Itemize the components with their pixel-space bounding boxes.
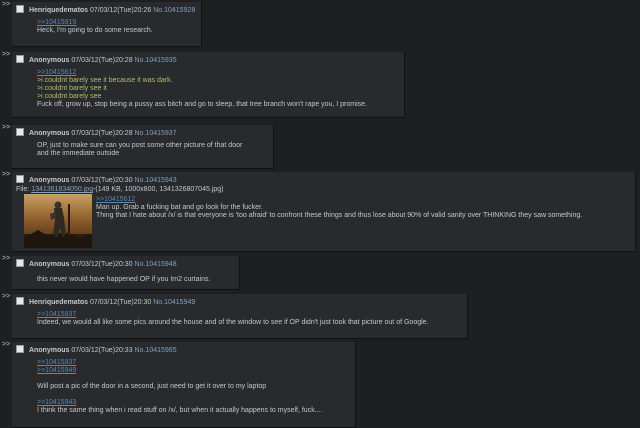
line-break: [37, 375, 347, 383]
poster-name: Henriquedematos: [28, 299, 89, 306]
message-text: I think the same thing when i read stuff…: [37, 407, 323, 414]
delete-checkbox[interactable]: [16, 297, 24, 305]
post-date: 07/03/12(Tue)20:26: [90, 7, 152, 14]
message-text: Indeed, we would all like some pics arou…: [37, 319, 429, 326]
quote-link[interactable]: >>10415612: [96, 196, 627, 204]
sidelink-arrows: >>: [2, 1, 11, 8]
post-number-link[interactable]: No.10415928: [153, 7, 195, 14]
post-thumbnail[interactable]: [24, 194, 92, 248]
post-info: Anonymous 07/03/12(Tue)20:28 No.10415937: [16, 128, 265, 138]
post-date: 07/03/12(Tue)20:28: [71, 130, 133, 137]
message-text: Fuck off, grow up, stop being a pussy as…: [37, 101, 368, 108]
post-message: >>10415937 Indeed, we would all like som…: [37, 311, 459, 327]
quote-link[interactable]: >>10415919: [37, 19, 193, 27]
quote-link[interactable]: >>10415943: [37, 399, 347, 407]
message-text: Will post a pic of the door in a second,…: [37, 383, 267, 390]
reply-container: Henriquedematos 07/03/12(Tue)20:30 No.10…: [12, 294, 468, 339]
delete-checkbox[interactable]: [16, 345, 24, 353]
post-date: 07/03/12(Tue)20:28: [71, 57, 133, 64]
post-message: this never would have happened OP if you…: [37, 276, 231, 284]
reply-container: Anonymous 07/03/12(Tue)20:30 No.10415948…: [12, 256, 240, 290]
poster-name: Anonymous: [28, 261, 70, 268]
post-info: Henriquedematos 07/03/12(Tue)20:30 No.10…: [16, 297, 459, 307]
sidelink-arrows: >>: [2, 293, 11, 300]
post-message: OP, just to make sure can you post some …: [37, 142, 265, 158]
sidelink-arrows: >>: [2, 124, 11, 131]
quote-link[interactable]: >>10415612: [37, 69, 396, 77]
delete-checkbox[interactable]: [16, 128, 24, 136]
post-date: 07/03/12(Tue)20:30: [71, 177, 133, 184]
message-text: Man up. Grab a fucking bat and go look f…: [96, 204, 263, 211]
post-message: >>10415612 >i couldnt barely see it beca…: [37, 69, 396, 109]
post-message: >>10415612 Man up. Grab a fucking bat an…: [96, 196, 627, 220]
poster-name: Henriquedematos: [28, 7, 89, 14]
post-date: 07/03/12(Tue)20:33: [71, 347, 133, 354]
post-info: Henriquedematos 07/03/12(Tue)20:26 No.10…: [16, 5, 195, 15]
file-info: File: 1341361834050.jpg-(149 KB, 1000x80…: [16, 185, 627, 194]
greentext-line: >i couldnt barely see it because it was …: [37, 77, 173, 84]
quote-link[interactable]: >>10415937: [37, 311, 459, 319]
post-number-link[interactable]: No.10415935: [135, 57, 177, 64]
reply-container: Anonymous 07/03/12(Tue)20:30 No.10415943…: [12, 172, 636, 252]
delete-checkbox[interactable]: [16, 259, 24, 267]
file-meta: -(149 KB, 1000x800, 1341326807045.jpg): [93, 186, 224, 193]
reply-container: Anonymous 07/03/12(Tue)20:33 No.10415965…: [12, 342, 356, 428]
delete-checkbox[interactable]: [16, 5, 24, 13]
post-message: >>10415937 >>10415949 Will post a pic of…: [37, 359, 347, 415]
poster-name: Anonymous: [28, 57, 70, 64]
post-number-link[interactable]: No.10415965: [135, 347, 177, 354]
greentext-line: >i couldnt barely see it: [37, 85, 107, 92]
post-info: Anonymous 07/03/12(Tue)20:30 No.10415948: [16, 259, 231, 269]
poster-name: Anonymous: [28, 177, 70, 184]
poster-name: Anonymous: [28, 130, 70, 137]
post-info: Anonymous 07/03/12(Tue)20:28 No.10415935: [16, 55, 396, 65]
reply-container: Anonymous 07/03/12(Tue)20:28 No.10415935…: [12, 52, 405, 118]
delete-checkbox[interactable]: [16, 175, 24, 183]
message-text: Heck, I'm going to do some research.: [37, 27, 153, 34]
sidelink-arrows: >>: [2, 51, 11, 58]
reply-container: Henriquedematos 07/03/12(Tue)20:26 No.10…: [12, 2, 202, 47]
post-number-link[interactable]: No.10415949: [153, 299, 195, 306]
post-number-link[interactable]: No.10415943: [135, 177, 177, 184]
file-link[interactable]: 1341361834050.jpg: [31, 186, 93, 193]
post-date: 07/03/12(Tue)20:30: [90, 299, 152, 306]
message-text: and the immediate outside: [37, 150, 120, 157]
delete-checkbox[interactable]: [16, 55, 24, 63]
line-break: [37, 391, 347, 399]
post-number-link[interactable]: No.10415937: [135, 130, 177, 137]
post-info: Anonymous 07/03/12(Tue)20:33 No.10415965: [16, 345, 347, 355]
message-text: this never would have happened OP if you…: [37, 276, 211, 283]
quote-link[interactable]: >>10415937: [37, 359, 347, 367]
file-label: File:: [16, 186, 30, 193]
post-date: 07/03/12(Tue)20:30: [71, 261, 133, 268]
message-text: Thing that I hate about /x/ is that ever…: [96, 212, 583, 219]
post-info: Anonymous 07/03/12(Tue)20:30 No.10415943: [16, 175, 627, 185]
post-message: >>10415919 Heck, I'm going to do some re…: [37, 19, 193, 35]
post-number-link[interactable]: No.10415948: [135, 261, 177, 268]
sidelink-arrows: >>: [2, 255, 11, 262]
message-text: OP, just to make sure can you post some …: [37, 142, 243, 149]
reply-container: Anonymous 07/03/12(Tue)20:28 No.10415937…: [12, 125, 274, 169]
thumbnail-image: [24, 194, 92, 248]
sidelink-arrows: >>: [2, 171, 11, 178]
sidelink-arrows: >>: [2, 341, 11, 348]
greentext-line: >i couldnt barely see: [37, 93, 102, 100]
quote-link[interactable]: >>10415949: [37, 367, 347, 375]
poster-name: Anonymous: [28, 347, 70, 354]
